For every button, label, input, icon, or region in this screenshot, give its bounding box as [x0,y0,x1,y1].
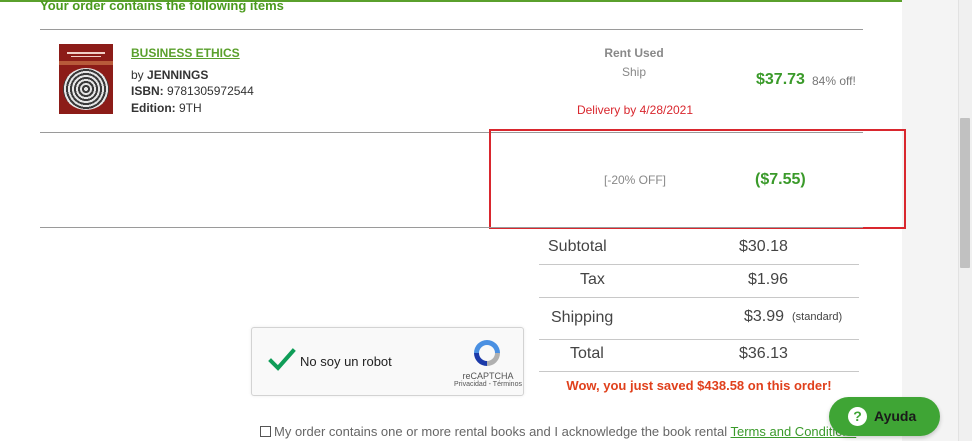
totals-divider [539,264,859,265]
checkmark-icon[interactable] [268,346,296,374]
ship-method: Ship [621,65,647,79]
divider [40,227,863,228]
totals-divider [539,371,859,372]
acknowledge-text: My order contains one or more rental boo… [274,424,728,439]
rental-acknowledgement: My order contains one or more rental boo… [260,424,856,439]
section-title: Your order contains the following items [40,0,284,13]
recaptcha-label: No soy un robot [300,354,392,369]
book-isbn: ISBN: 9781305972544 [131,84,254,98]
item-price: $37.73 [756,71,805,88]
highlight-box [489,129,906,229]
help-button[interactable]: ? Ayuda [829,397,940,436]
recaptcha-widget[interactable]: No soy un robot reCAPTCHA Privacidad - T… [251,327,524,396]
edition-label: Edition: [131,101,176,115]
author-name: JENNINGS [147,68,209,82]
delivery-date: Delivery by 4/28/2021 [576,103,694,117]
isbn-label: ISBN: [131,84,164,98]
totals-divider [539,297,859,298]
total-label: Total [570,345,604,362]
discount-percent: 84% off! [812,74,856,88]
edition-value: 9TH [179,101,202,115]
checkout-page: Your order contains the following items … [0,0,972,441]
book-title-link[interactable]: BUSINESS ETHICS [131,46,240,60]
isbn-value: 9781305972544 [167,84,254,98]
book-author: by JENNINGS [131,68,208,82]
acknowledge-checkbox[interactable] [260,426,271,437]
rent-type: Rent Used [604,46,664,60]
recaptcha-links[interactable]: Privacidad - Términos [438,381,538,388]
tax-label: Tax [580,271,605,288]
book-cover-image[interactable] [59,44,113,114]
subtotal-value: $30.18 [739,238,788,255]
book-edition: Edition: 9TH [131,101,202,115]
totals-divider [539,339,859,340]
author-prefix: by [131,68,144,82]
shipping-value: $3.99 [744,308,785,325]
shipping-label: Shipping [551,309,614,326]
shipping-note: (standard) [792,311,843,323]
right-gutter [902,0,958,441]
tax-value: $1.96 [748,271,789,288]
recaptcha-logo-icon [474,340,500,366]
scrollbar-thumb[interactable] [960,118,970,268]
subtotal-label: Subtotal [548,238,607,255]
total-value: $36.13 [739,345,788,362]
question-icon: ? [848,407,867,426]
help-label: Ayuda [874,408,917,424]
recaptcha-brand: reCAPTCHA [462,371,514,381]
divider [40,29,863,30]
savings-message: Wow, you just saved $438.58 on this orde… [566,378,832,393]
